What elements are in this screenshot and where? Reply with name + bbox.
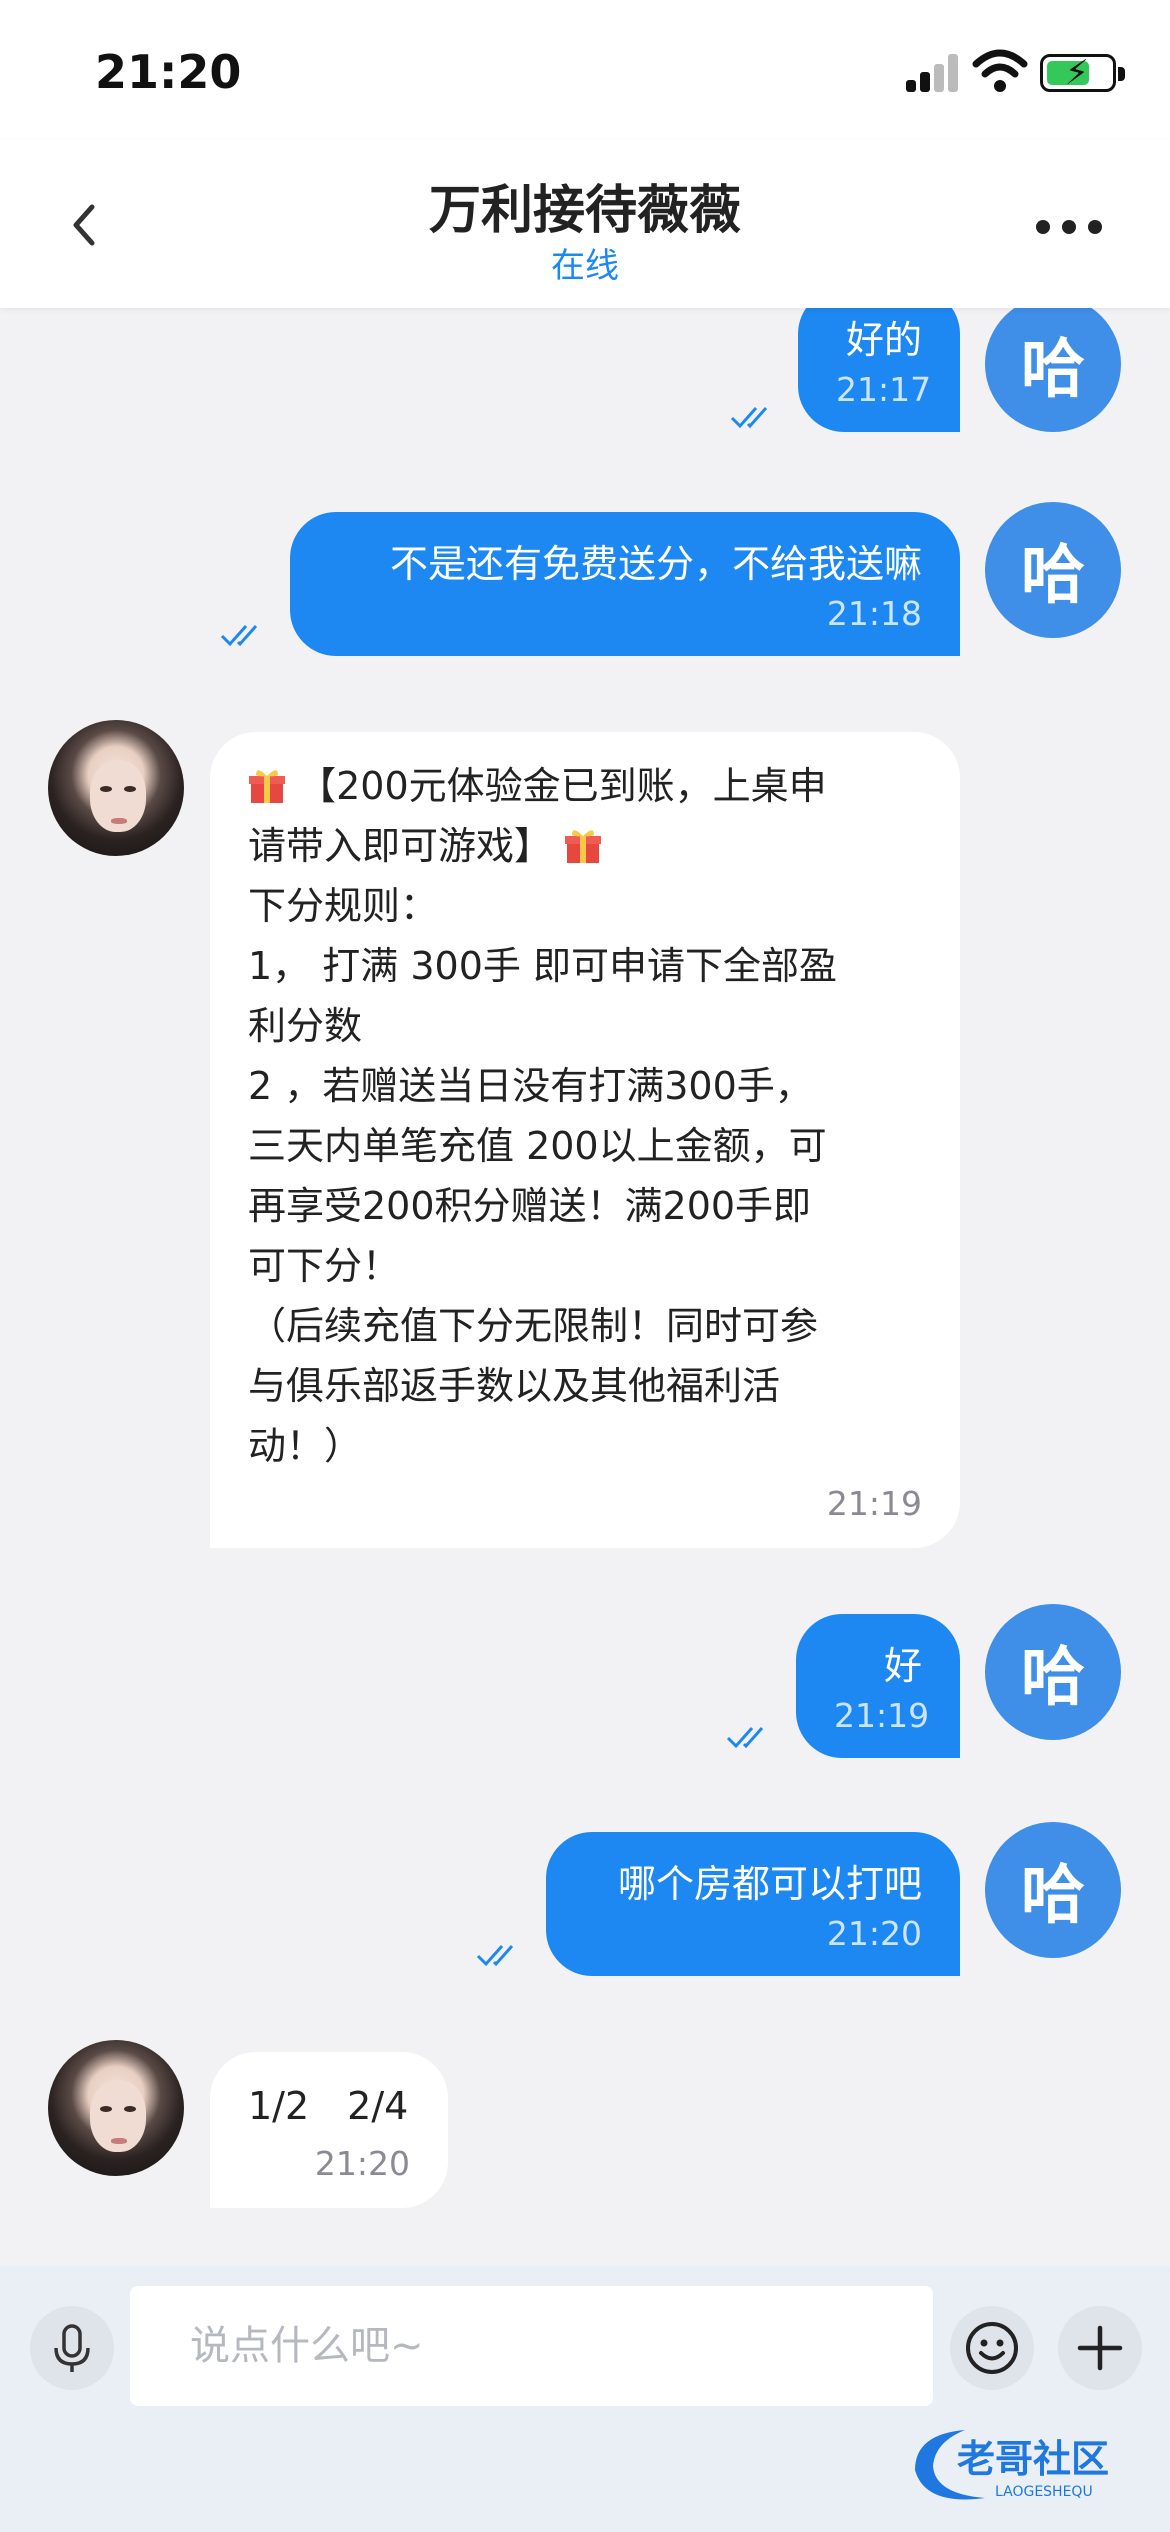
message-line: 【200元体验金已到账，上桌申	[248, 756, 922, 816]
mic-icon[interactable]	[30, 2306, 114, 2390]
status-time: 21:20	[95, 45, 242, 99]
wifi-icon	[972, 49, 1028, 92]
agent-avatar[interactable]	[48, 2040, 184, 2176]
message-input[interactable]	[130, 2286, 933, 2406]
watermark-logo: 老哥社区 LAOGESHEQU	[915, 2430, 1109, 2500]
message-line: 下分规则：	[248, 884, 439, 928]
status-bar: 21:20 ⚡	[0, 0, 1170, 140]
chat-header: 万利接待薇薇 在线	[0, 140, 1170, 308]
message-line: 与俱乐部返手数以及其他福利活	[248, 1364, 781, 1408]
my-avatar[interactable]: 哈	[985, 1604, 1121, 1740]
double-check-icon	[476, 1945, 514, 1967]
message-time: 21:20	[826, 1914, 922, 1953]
message-text: 不是还有免费送分，不给我送嘛	[389, 542, 922, 586]
message-time: 21:19	[834, 1696, 930, 1735]
message-list[interactable]: 哈 好的 21:17 哈 不是还有免费送分，不给我送嘛 21:18 【200元体	[0, 308, 1170, 2266]
message-line: （后续充值下分无限制！同时可参	[248, 1304, 819, 1348]
message-text: 好	[883, 1644, 922, 1688]
agent-avatar[interactable]	[48, 720, 184, 856]
plus-icon[interactable]	[1058, 2306, 1142, 2390]
message-bubble-incoming[interactable]: 1/2 2/4 21:20	[210, 2052, 448, 2208]
message-time: 21:19	[826, 1484, 922, 1523]
double-check-icon	[726, 1727, 764, 1749]
message-bubble-incoming[interactable]: 【200元体验金已到账，上桌申 请带入即可游戏】 下分规则： 1， 打满 300…	[210, 732, 960, 1548]
message-time: 21:18	[826, 594, 922, 633]
message-line: 利分数	[248, 1004, 363, 1048]
message-line: 2 ，若赠送当日没有打满300手，	[248, 1064, 813, 1108]
my-avatar[interactable]: 哈	[985, 502, 1121, 638]
message-line: 请带入即可游戏】	[248, 816, 922, 876]
watermark-subtext: LAOGESHEQU	[995, 2484, 1093, 2500]
gift-icon	[249, 770, 285, 803]
double-check-icon	[220, 625, 258, 647]
my-avatar[interactable]: 哈	[985, 1822, 1121, 1958]
online-status: 在线	[551, 246, 619, 286]
message-text: 好的	[845, 318, 922, 362]
message-bubble-outgoing[interactable]: 好的 21:17	[798, 308, 960, 432]
message-time: 21:17	[836, 370, 932, 409]
cellular-signal-icon	[906, 52, 958, 92]
emoji-icon[interactable]	[950, 2306, 1034, 2390]
message-line: 可下分！	[248, 1244, 401, 1288]
watermark-text: 老哥社区	[957, 2437, 1109, 2481]
more-icon[interactable]	[1036, 212, 1106, 242]
message-line: 1， 打满 300手 即可申请下全部盈	[248, 944, 837, 988]
my-avatar[interactable]: 哈	[985, 308, 1121, 432]
message-line: 动！）	[248, 1424, 363, 1468]
message-bubble-outgoing[interactable]: 好 21:19	[796, 1614, 960, 1758]
message-bubble-outgoing[interactable]: 不是还有免费送分，不给我送嘛 21:18	[290, 512, 960, 656]
message-line: 三天内单笔充值 200以上金额，可	[248, 1124, 827, 1168]
gift-icon	[565, 830, 602, 863]
message-line: 再享受200积分赠送！满200手即	[248, 1184, 812, 1228]
battery-icon: ⚡	[1040, 53, 1125, 93]
message-time: 21:20	[314, 2144, 410, 2183]
message-text: 1/2 2/4	[248, 2084, 409, 2128]
chat-title: 万利接待薇薇	[428, 181, 741, 241]
message-text: 哪个房都可以打吧	[617, 1862, 922, 1906]
double-check-icon	[730, 407, 768, 429]
message-bubble-outgoing[interactable]: 哪个房都可以打吧 21:20	[546, 1832, 960, 1976]
